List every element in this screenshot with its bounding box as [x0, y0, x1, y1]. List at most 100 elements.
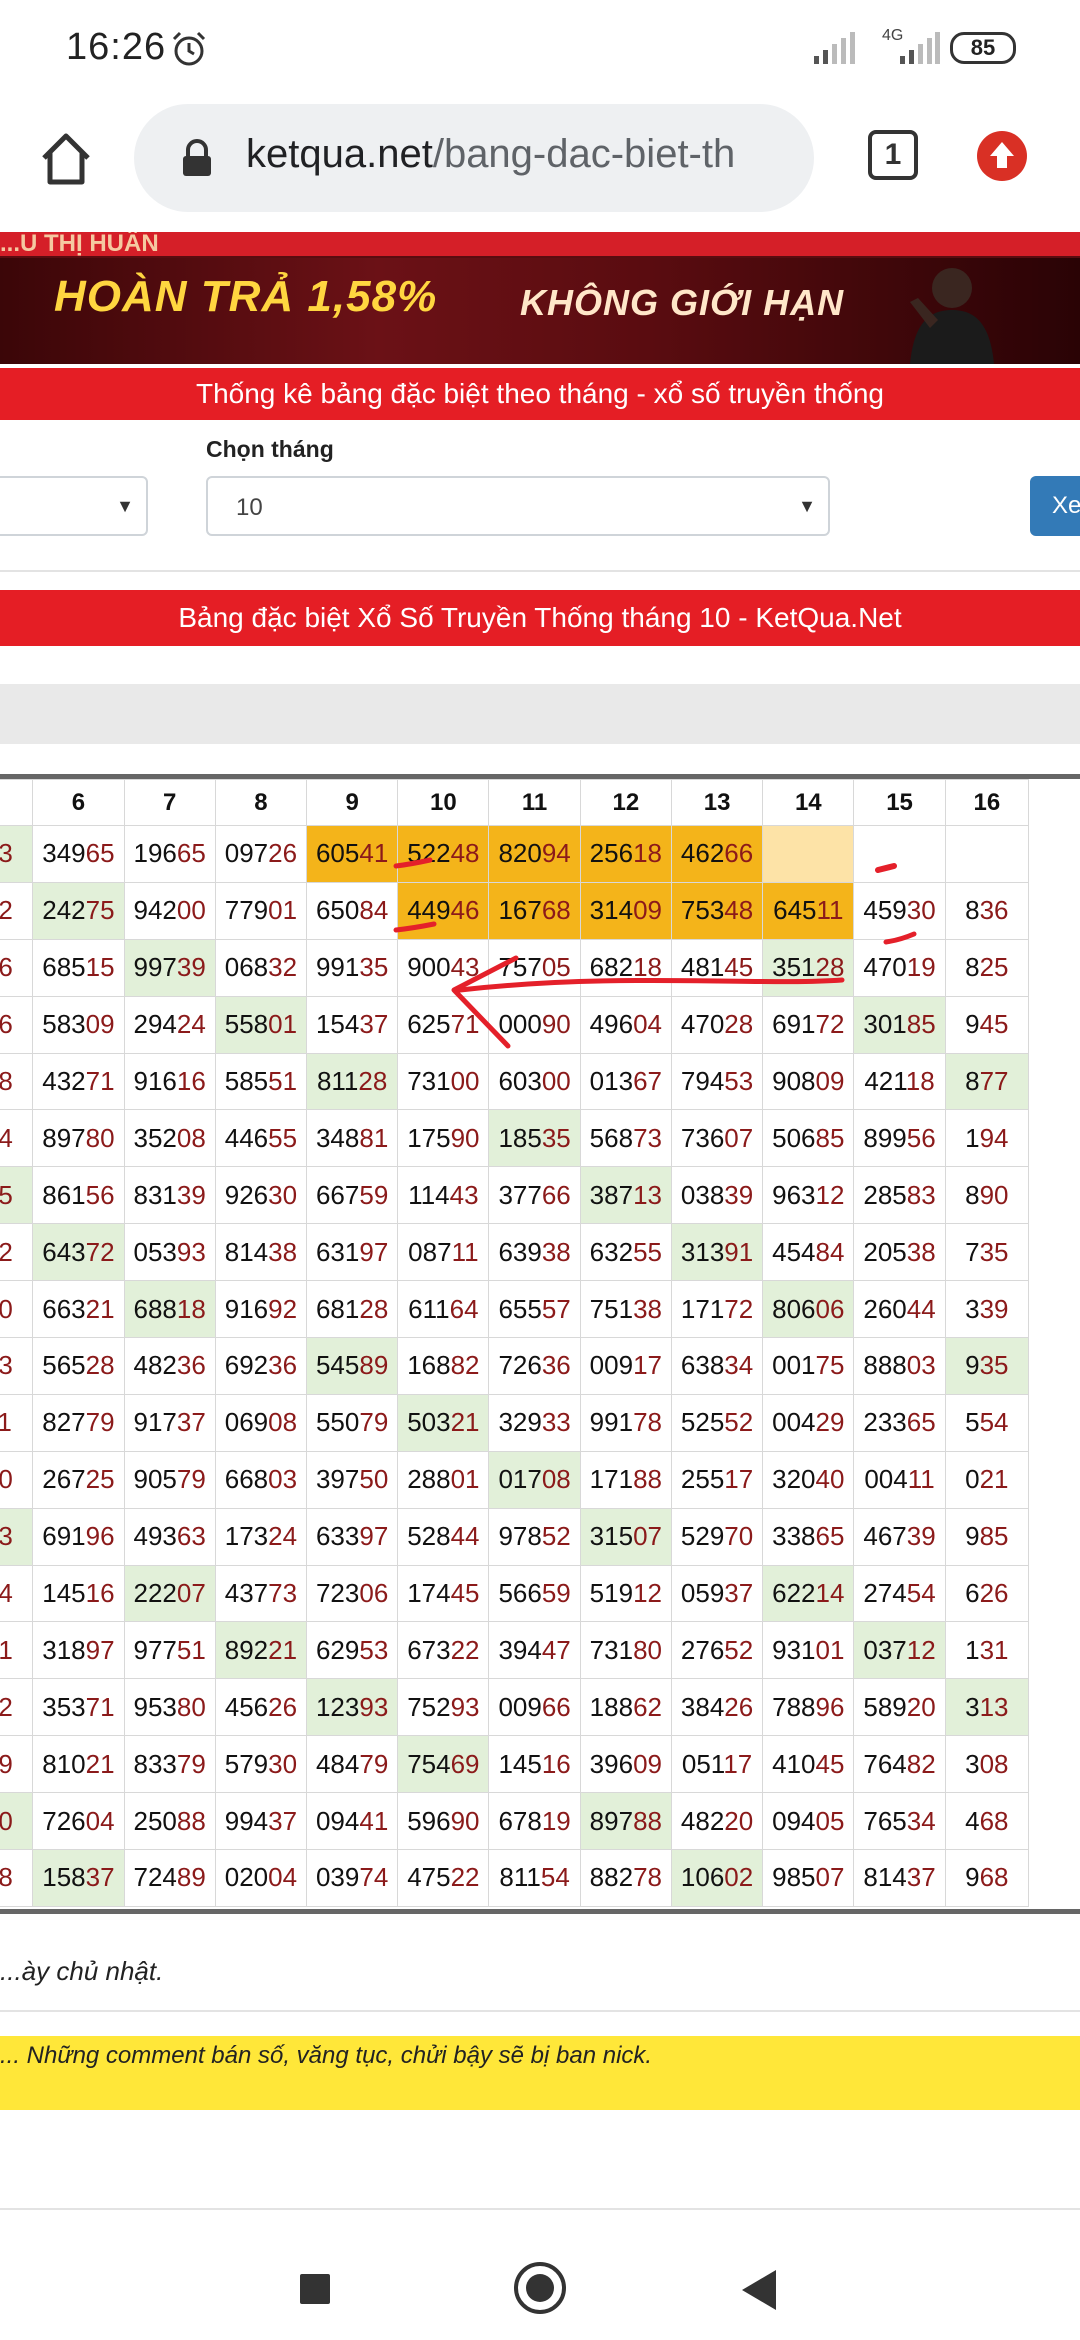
month-select[interactable]: 10 ▼ [206, 476, 830, 536]
result-cell: 99178 [579, 1393, 672, 1452]
result-cell: 06832 [214, 938, 308, 997]
result-head-digits: 6 [965, 1578, 980, 1609]
result-tail-digits: 68 [979, 1805, 1009, 1836]
result-head-digits: 394 [498, 1634, 542, 1665]
result-tail-digits: 23 [0, 838, 13, 868]
result-tail-digits: 16 [85, 1578, 115, 1609]
result-tail-digits: 73 [633, 1122, 662, 1153]
result-head-digits: 668 [224, 1464, 269, 1495]
url-bar[interactable]: ketqua.net/bang-dac-biet-th [134, 104, 814, 212]
result-head-digits: 205 [863, 1236, 907, 1267]
result-head-digits: 353 [42, 1691, 86, 1722]
result-tail-digits: 11 [451, 1236, 479, 1267]
result-tail-digits: 16 [176, 1066, 206, 1096]
tabs-button[interactable]: 1 [868, 130, 918, 180]
result-head-digits: 454 [772, 1236, 816, 1267]
result-tail-digits: 28 [724, 1009, 754, 1040]
result-tail-digits: 85 [815, 1122, 845, 1153]
result-tail-digits: 01 [268, 895, 298, 926]
result-tail-digits: 26 [724, 1691, 754, 1722]
result-cell: 658 [0, 1849, 34, 1907]
banner-player-image [910, 268, 994, 364]
result-cell: 96312 [762, 1166, 855, 1225]
home-nav-icon[interactable] [514, 2262, 566, 2314]
result-tail-digits: 21 [85, 1293, 115, 1324]
result-head-digits: 167 [498, 895, 542, 926]
result-head-digits: 051 [681, 1748, 724, 1779]
result-tail-digits: 97 [359, 1236, 389, 1267]
result-cell: 72489 [123, 1849, 216, 1907]
result-tail-digits: 80 [633, 1634, 662, 1665]
result-head-digits: 9 [965, 1350, 980, 1381]
result-cell: 12393 [306, 1678, 399, 1737]
section-title: Thống kê bảng đặc biệt theo tháng - xổ s… [0, 368, 1080, 420]
result-head-digits: 519 [589, 1578, 634, 1609]
result-tail-digits: 62 [633, 1691, 662, 1722]
result-head-digits: 663 [42, 1293, 86, 1324]
result-head-digits: 004 [864, 1464, 908, 1495]
result-cell: 938 [0, 1052, 34, 1111]
result-cell: 825 [944, 938, 1030, 997]
result-cell: 56528 [32, 1337, 125, 1395]
result-head-digits: 806 [772, 1293, 816, 1324]
result-head-digits: 387 [589, 1179, 634, 1210]
result-cell: 47028 [670, 995, 764, 1054]
result-tail-digits: 30 [906, 895, 936, 926]
result-head-digits: 255 [680, 1464, 725, 1495]
result-head-digits: 059 [680, 1578, 725, 1609]
result-tail-digits: 90 [450, 1805, 480, 1836]
result-cell: 45626 [214, 1678, 308, 1737]
result-head-digits: 462 [680, 838, 725, 869]
nav-bar [0, 2214, 1080, 2340]
result-cell: 67819 [488, 1792, 581, 1851]
home-icon[interactable] [36, 128, 96, 188]
result-cell: 11443 [397, 1166, 490, 1225]
result-tail-digits: 90 [979, 1179, 1009, 1210]
result-cell: 98507 [762, 1849, 855, 1907]
view-button[interactable]: Xem [1030, 476, 1080, 536]
result-cell: 75705 [488, 938, 581, 997]
recents-icon[interactable] [300, 2274, 330, 2304]
result-tail-digits: 37 [85, 1862, 115, 1893]
result-tail-digits: 92 [268, 1293, 298, 1324]
year-select[interactable]: ▼ [0, 476, 148, 536]
result-cell: 58551 [214, 1052, 308, 1111]
result-tail-digits: 09 [85, 1009, 115, 1040]
result-tail-digits: 97 [85, 1634, 115, 1665]
result-tail-digits: 56 [85, 1179, 115, 1210]
update-icon[interactable] [976, 130, 1028, 182]
result-cell: 50321 [397, 1393, 490, 1452]
result-head-digits: 9 [965, 1862, 980, 1893]
table-header-row: 5678910111213141516 [0, 779, 1030, 826]
result-head-digits: 348 [315, 1122, 360, 1153]
result-tail-digits: 38 [0, 1066, 13, 1096]
result-head-digits: 811 [499, 1862, 541, 1893]
result-head-digits: 3 [965, 1293, 980, 1324]
column-header: 15 [853, 779, 946, 826]
result-head-digits: 861 [42, 1179, 86, 1210]
signal-icon [814, 32, 855, 64]
result-head-digits: 991 [589, 1407, 634, 1438]
results-table-wrapper[interactable]: 5678910111213141516 32334965196650972660… [0, 774, 1080, 1914]
result-head-digits: 897 [589, 1805, 634, 1836]
result-cell: 59690 [397, 1792, 490, 1851]
result-head-digits: 484 [315, 1748, 360, 1779]
chevron-down-icon: ▼ [116, 496, 134, 516]
status-time: 16:26 [66, 26, 167, 68]
result-cell: 735 [944, 1223, 1030, 1282]
result-head-digits: 897 [42, 1122, 86, 1153]
result-tail-digits: 79 [176, 1464, 206, 1495]
result-cell: 97852 [488, 1507, 581, 1566]
result-head-digits: 736 [680, 1122, 725, 1153]
result-cell: 260 [0, 1280, 34, 1339]
back-icon[interactable] [742, 2270, 776, 2310]
column-header: 8 [214, 779, 308, 826]
result-head-digits: 650 [315, 895, 360, 926]
result-tail-digits: 45 [450, 1578, 480, 1609]
result-head-digits: 000 [498, 1009, 542, 1040]
result-tail-digits: 45 [815, 1748, 845, 1779]
result-cell: 28583 [853, 1166, 946, 1225]
result-head-digits: 565 [42, 1350, 86, 1381]
result-head-digits: 9 [965, 1521, 980, 1552]
result-tail-digits: 72 [724, 1293, 754, 1324]
